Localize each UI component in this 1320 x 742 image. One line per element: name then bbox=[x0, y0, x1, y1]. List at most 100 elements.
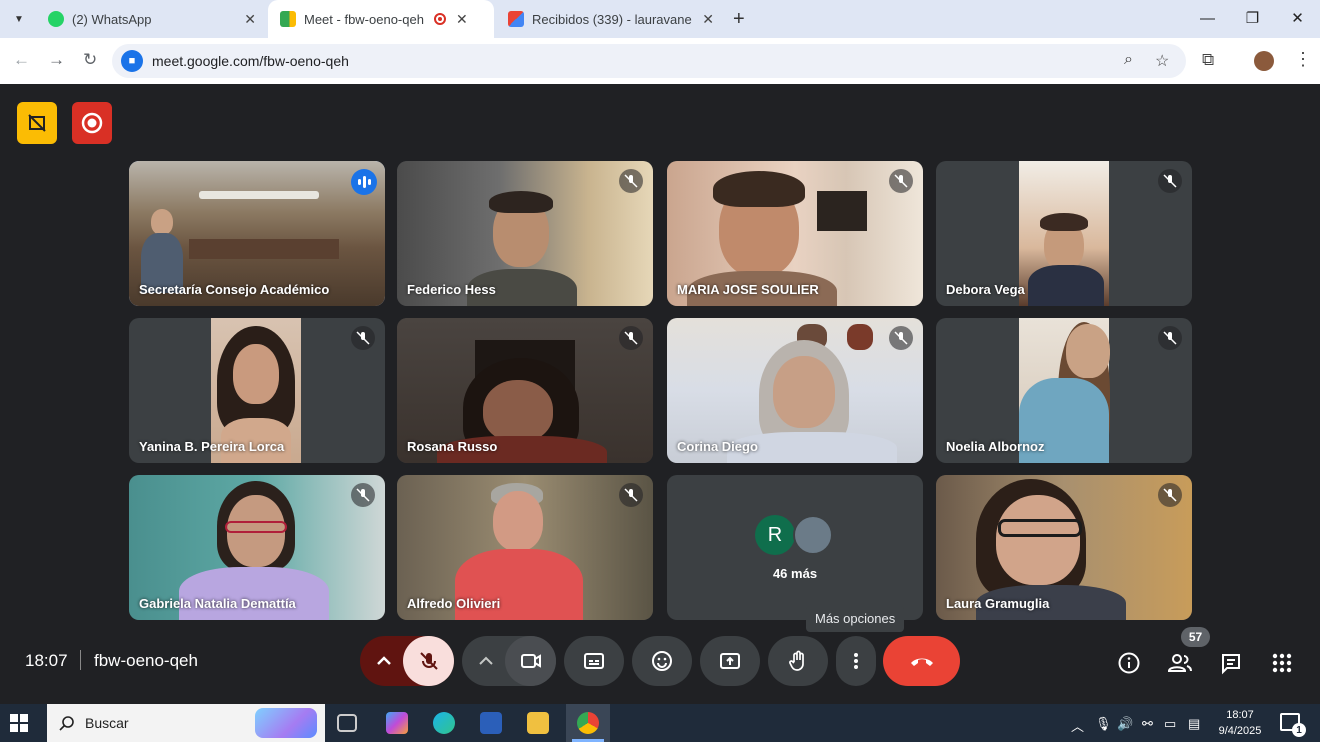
chat-button[interactable] bbox=[1217, 649, 1245, 677]
network-icon[interactable]: ⚯ bbox=[1142, 716, 1153, 732]
close-tab-icon[interactable]: ✕ bbox=[456, 11, 468, 28]
activities-button[interactable] bbox=[1268, 649, 1296, 677]
present-icon bbox=[720, 653, 740, 669]
notification-count: 1 bbox=[1292, 723, 1306, 737]
new-tab-icon[interactable]: + bbox=[733, 8, 745, 31]
tab-search-button[interactable]: ▼ bbox=[8, 8, 30, 30]
forward-icon[interactable]: → bbox=[48, 50, 65, 70]
meeting-time: 18:07 bbox=[25, 651, 68, 670]
chrome-taskbar-button[interactable] bbox=[566, 704, 610, 742]
camera-toggle-button[interactable] bbox=[505, 636, 556, 686]
back-icon[interactable]: ← bbox=[13, 50, 30, 70]
participant-name: Noelia Albornoz bbox=[946, 439, 1045, 454]
mic-off-icon bbox=[619, 483, 643, 507]
visual-effects-off-badge[interactable] bbox=[17, 102, 57, 144]
task-view-icon[interactable] bbox=[337, 714, 357, 732]
participant-tile[interactable]: Federico Hess bbox=[397, 161, 653, 306]
mic-off-icon bbox=[889, 326, 913, 350]
participant-tile[interactable]: Debora Vega bbox=[936, 161, 1192, 306]
restore-icon[interactable]: ❐ bbox=[1230, 0, 1275, 38]
tab-gmail[interactable]: Recibidos (339) - lauravane.gramuglia ✕ bbox=[496, 0, 726, 38]
participant-name: Federico Hess bbox=[407, 282, 496, 297]
minimize-icon[interactable]: — bbox=[1185, 0, 1230, 38]
profile-avatar[interactable] bbox=[1254, 51, 1274, 71]
chrome-icon bbox=[577, 712, 599, 734]
taskbar-time: 18:07 bbox=[1226, 709, 1254, 721]
participant-count-badge: 57 bbox=[1181, 627, 1210, 647]
show-hidden-icons[interactable]: ︿ bbox=[1071, 716, 1084, 735]
zoom-icon[interactable]: ⌕ bbox=[1124, 51, 1133, 69]
more-participants-label: 46 más bbox=[772, 566, 818, 581]
captions-button[interactable] bbox=[564, 636, 624, 686]
taskbar-search[interactable]: Buscar bbox=[47, 704, 325, 742]
participant-tile[interactable]: Corina Diego bbox=[667, 318, 923, 463]
hand-icon bbox=[789, 650, 804, 671]
participant-photo-avatar bbox=[793, 515, 833, 555]
close-tab-icon[interactable]: ✕ bbox=[244, 11, 256, 28]
participant-tile[interactable]: Alfredo Olivieri bbox=[397, 475, 653, 620]
reload-icon[interactable]: ↻ bbox=[83, 50, 97, 70]
record-icon bbox=[81, 112, 103, 134]
people-icon bbox=[1167, 654, 1192, 672]
address-bar[interactable]: ■ meet.google.com/fbw-oeno-qeh ⌕ ☆ bbox=[112, 44, 1186, 78]
notifications-icon[interactable]: 1 bbox=[1280, 713, 1306, 737]
reactions-button[interactable] bbox=[632, 636, 692, 686]
mic-off-icon bbox=[1158, 326, 1182, 350]
more-options-tooltip: Más opciones bbox=[806, 606, 905, 632]
more-options-button[interactable] bbox=[836, 636, 876, 686]
participant-tile[interactable]: Yanina B. Pereira Lorca bbox=[129, 318, 385, 463]
windows-start-icon[interactable] bbox=[10, 714, 28, 732]
search-highlight-image bbox=[255, 708, 317, 738]
participant-tile[interactable]: Gabriela Natalia Demattía bbox=[129, 475, 385, 620]
apps-grid-icon bbox=[1272, 653, 1292, 673]
recording-badge[interactable] bbox=[72, 102, 112, 144]
browser-menu-icon[interactable]: ⋮ bbox=[1294, 49, 1312, 70]
search-placeholder: Buscar bbox=[85, 715, 129, 731]
participant-name: Corina Diego bbox=[677, 439, 758, 454]
participant-name: Rosana Russo bbox=[407, 439, 498, 454]
participant-tile[interactable]: Laura Gramuglia bbox=[936, 475, 1192, 620]
tab-meet[interactable]: Meet - fbw-oeno-qeh ✕ bbox=[268, 0, 494, 38]
participant-name: Laura Gramuglia bbox=[946, 596, 1050, 611]
microphone-tray-icon[interactable]: 🎙 bbox=[1095, 716, 1112, 732]
more-participants-tile[interactable]: R 46 más bbox=[667, 475, 923, 620]
edge-icon[interactable] bbox=[433, 712, 455, 734]
participant-tile[interactable]: MARIA JOSE SOULIER bbox=[667, 161, 923, 306]
close-window-icon[interactable]: ✕ bbox=[1275, 0, 1320, 38]
volume-icon[interactable]: 🔊 bbox=[1117, 716, 1133, 732]
word-icon[interactable] bbox=[480, 712, 502, 734]
site-info-icon[interactable]: ■ bbox=[121, 50, 143, 72]
raise-hand-button[interactable] bbox=[768, 636, 828, 686]
participant-tile[interactable]: Rosana Russo bbox=[397, 318, 653, 463]
copilot-icon[interactable] bbox=[386, 712, 408, 734]
participant-tile[interactable]: Noelia Albornoz bbox=[936, 318, 1192, 463]
browser-tab-strip: ▼ (2) WhatsApp ✕ Meet - fbw-oeno-qeh ✕ R… bbox=[0, 0, 1320, 38]
extensions-icon[interactable]: ⧉ bbox=[1202, 50, 1214, 70]
meeting-details-button[interactable] bbox=[1115, 649, 1143, 677]
present-screen-button[interactable] bbox=[700, 636, 760, 686]
window-controls: — ❐ ✕ bbox=[1185, 0, 1320, 38]
battery-icon[interactable]: ▭ bbox=[1164, 716, 1176, 732]
participant-name: Alfredo Olivieri bbox=[407, 596, 501, 611]
participant-tile[interactable]: Secretaría Consejo Académico bbox=[129, 161, 385, 306]
bookmark-star-icon[interactable]: ☆ bbox=[1155, 51, 1169, 71]
meeting-code: fbw-oeno-qeh bbox=[94, 651, 198, 670]
display-icon[interactable]: ▤ bbox=[1188, 716, 1200, 732]
close-tab-icon[interactable]: ✕ bbox=[702, 11, 714, 28]
effects-off-icon bbox=[28, 114, 46, 132]
divider bbox=[80, 650, 81, 670]
browser-toolbar: ← → ↻ ■ meet.google.com/fbw-oeno-qeh ⌕ ☆… bbox=[0, 38, 1320, 84]
closed-captions-icon bbox=[584, 653, 604, 669]
people-button[interactable] bbox=[1166, 649, 1194, 677]
search-icon bbox=[59, 716, 74, 731]
audio-options-chevron-icon[interactable] bbox=[372, 649, 396, 678]
participant-name: Debora Vega bbox=[946, 282, 1025, 297]
info-icon bbox=[1118, 652, 1140, 674]
video-options-chevron-icon[interactable] bbox=[474, 649, 498, 678]
mic-toggle-button[interactable] bbox=[403, 636, 454, 686]
file-explorer-icon[interactable] bbox=[527, 712, 549, 734]
taskbar-clock[interactable]: 18:07 9/4/2025 bbox=[1215, 707, 1265, 739]
tab-whatsapp[interactable]: (2) WhatsApp ✕ bbox=[36, 0, 268, 38]
leave-call-button[interactable] bbox=[883, 636, 960, 686]
tab-title: Meet - fbw-oeno-qeh bbox=[304, 11, 424, 27]
